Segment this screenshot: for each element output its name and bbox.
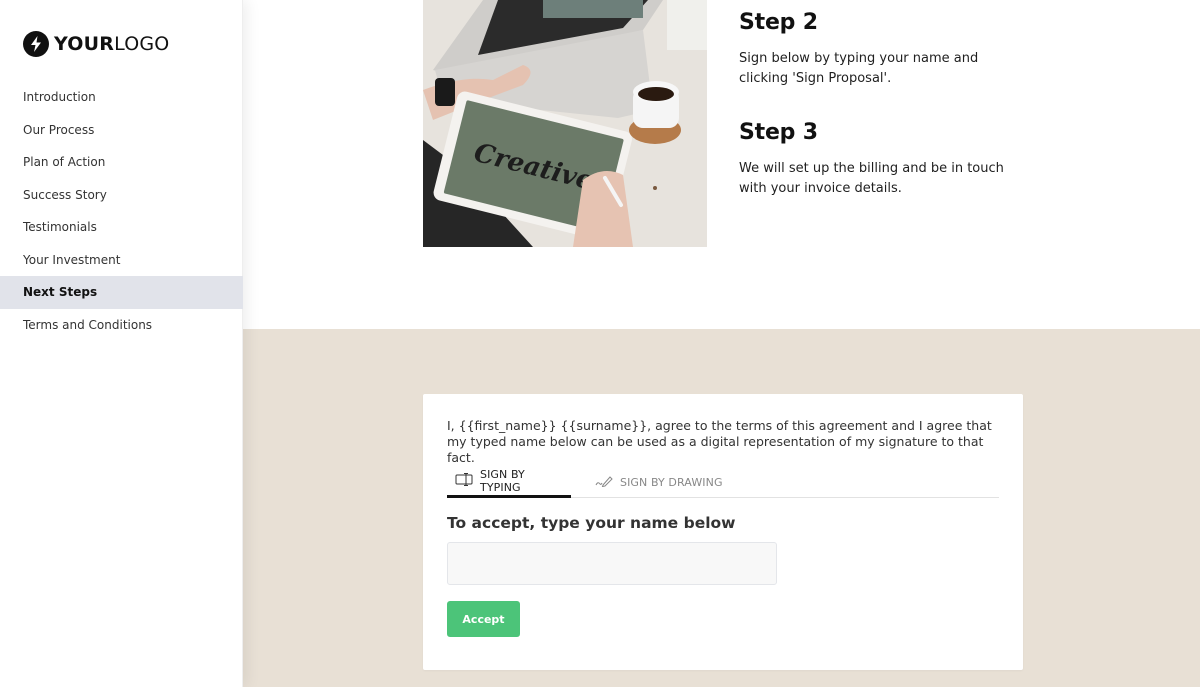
sidebar-item-introduction[interactable]: Introduction [0, 81, 243, 114]
workspace-photo: Creative [423, 0, 707, 247]
step-title: Step 2 [739, 10, 818, 35]
workspace-illustration: Creative [423, 0, 707, 247]
logo-text: YOURLOGO [54, 33, 170, 55]
sidebar-nav: Introduction Our Process Plan of Action … [0, 81, 243, 341]
step-3: Step 3 We will set up the billing and be… [739, 120, 1019, 198]
signature-card: I, {{first_name}} {{surname}}, agree to … [423, 394, 1023, 670]
logo[interactable]: YOURLOGO [23, 31, 169, 57]
sidebar-item-terms-and-conditions[interactable]: Terms and Conditions [0, 309, 243, 342]
sidebar-item-our-process[interactable]: Our Process [0, 114, 243, 147]
sidebar-item-your-investment[interactable]: Your Investment [0, 244, 243, 277]
input-label: To accept, type your name below [447, 514, 736, 532]
accept-button[interactable]: Accept [447, 601, 520, 637]
steps-list: Step 2 Sign below by typing your name an… [739, 10, 1019, 230]
sidebar-item-plan-of-action[interactable]: Plan of Action [0, 146, 243, 179]
text-cursor-icon [455, 472, 473, 489]
signature-section: I, {{first_name}} {{surname}}, agree to … [243, 329, 1200, 687]
step-text: We will set up the billing and be in tou… [739, 161, 1004, 196]
step-2: Step 2 Sign below by typing your name an… [739, 10, 1019, 88]
tab-label: SIGN BY TYPING [480, 467, 525, 494]
sidebar-item-success-story[interactable]: Success Story [0, 179, 243, 212]
signature-pen-icon [595, 475, 613, 490]
agreement-text: I, {{first_name}} {{surname}}, agree to … [447, 418, 992, 465]
tab-sign-by-typing[interactable]: SIGN BY TYPING [447, 466, 571, 498]
step-text: Sign below by typing your name and click… [739, 51, 979, 86]
tab-sign-by-drawing[interactable]: SIGN BY DRAWING [587, 466, 731, 498]
sidebar: YOURLOGO Introduction Our Process Plan o… [0, 0, 243, 687]
main-content: Creative Step 2 Sign below by typing you… [243, 0, 1200, 687]
lightning-bolt-icon [23, 31, 49, 57]
sidebar-item-testimonials[interactable]: Testimonials [0, 211, 243, 244]
step-title: Step 3 [739, 120, 818, 145]
tab-label: SIGN BY DRAWING [620, 475, 723, 489]
sidebar-item-next-steps[interactable]: Next Steps [0, 276, 243, 309]
signature-tabs: SIGN BY TYPING SIGN BY DRAWING [447, 466, 999, 498]
signature-name-input[interactable] [447, 542, 777, 585]
next-steps-section: Creative Step 2 Sign below by typing you… [243, 0, 1200, 329]
